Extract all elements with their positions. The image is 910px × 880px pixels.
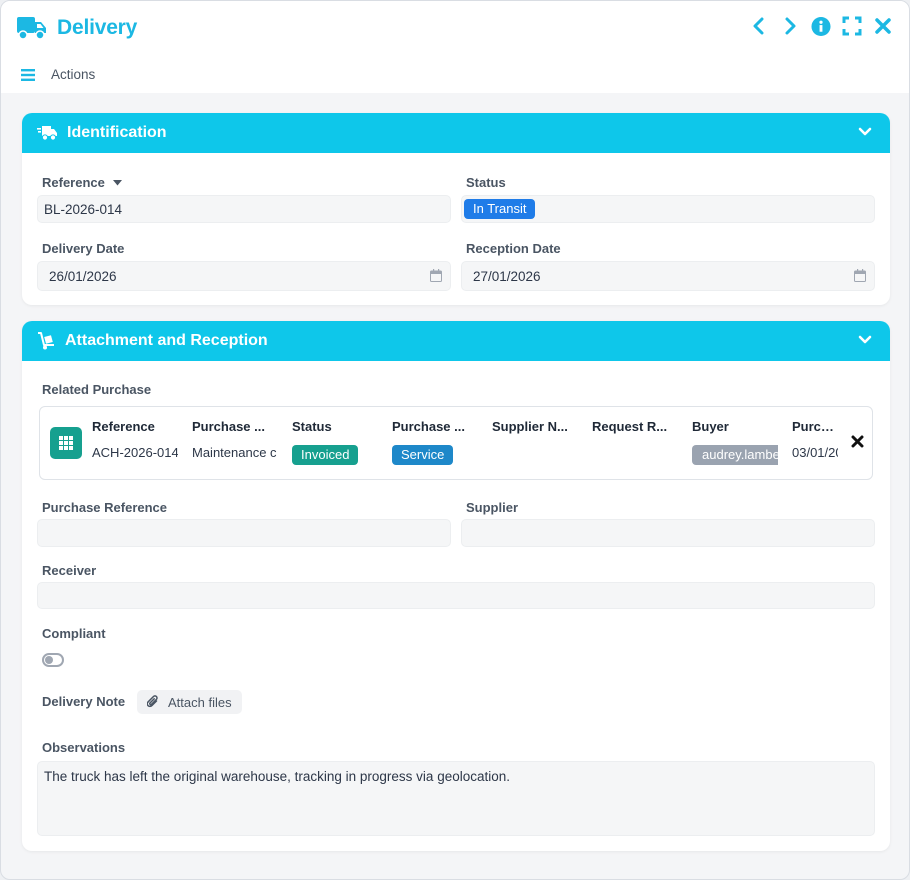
grid-icon [59,436,73,450]
shipping-truck-icon [37,126,57,141]
purchase-reference-label: Purchase Reference [42,500,168,515]
window-header: Delivery Actions [1,1,909,93]
column-header: Reference [92,419,155,434]
delivery-date-value: 26/01/2026 [49,268,117,284]
title-row: Delivery [17,13,137,43]
actions-label: Actions [51,67,96,82]
supplier-input[interactable] [461,519,875,547]
column-value: Maintenance c [192,445,277,460]
truck-icon [17,17,46,40]
column-status: Status Invoiced [292,419,378,465]
column-supplier-name: Supplier N... [492,419,578,465]
reception-date-input[interactable]: 27/01/2026 [461,261,875,291]
open-record-button[interactable] [50,427,82,459]
status-label: Status [466,175,506,190]
column-value-wrap: Service [392,445,478,465]
attachment-header[interactable]: Attachment and Reception [22,321,890,361]
close-icon [875,18,891,34]
column-value: ACH-2026-014 [92,445,178,460]
chevron-left-icon [753,17,764,35]
hand-truck-icon [38,332,54,350]
remove-relation-button[interactable] [851,435,864,453]
buyer-badge: audrey.lambert [692,445,778,465]
compliant-label: Compliant [42,626,106,641]
observations-value: The truck has left the original warehous… [44,769,511,784]
column-header: Request R... [592,419,668,434]
column-purchase-name: Purchase ... Maintenance c [192,419,278,465]
delivery-window: Delivery Actions Identification Referenc… [0,0,910,880]
identification-title: Identification [67,124,167,141]
compliant-toggle[interactable] [42,653,64,667]
service-badge: Service [392,445,454,465]
caret-down-icon [112,179,122,185]
column-buyer: Buyer audrey.lambert [692,419,778,465]
reference-value: BL-2026-014 [44,201,123,217]
identification-header[interactable]: Identification [22,113,890,153]
calendar-icon [854,269,866,282]
delivery-note-label: Delivery Note [42,694,126,709]
column-header: Buyer [692,419,729,434]
column-request-reference: Request R... [592,419,678,465]
close-button[interactable] [873,15,893,37]
status-badge: In Transit [464,199,536,219]
reference-label: Reference [42,175,105,190]
column-header: Purchase ... [192,419,265,434]
toggle-knob [45,656,53,664]
attachment-section: Attachment and Reception Related Purchas… [22,321,890,851]
receiver-input[interactable] [37,582,875,609]
calendar-icon [430,269,442,282]
next-button[interactable] [780,15,800,37]
expand-icon [842,16,862,36]
column-value-wrap: audrey.lambert [692,445,778,465]
column-value [492,445,578,465]
attach-files-label: Attach files [168,694,232,710]
reception-date-label: Reception Date [466,241,561,256]
column-value-wrap: Invoiced [292,445,378,465]
close-icon [851,435,864,448]
observations-label: Observations [42,740,126,755]
column-header: Status [292,419,332,434]
reference-label-wrap[interactable]: Reference [42,175,122,190]
chevron-down-icon [858,335,872,344]
receiver-label: Receiver [42,563,97,578]
invoiced-badge: Invoiced [292,445,359,465]
info-icon [811,16,831,36]
status-field[interactable]: In Transit [461,195,875,223]
column-purchase-type: Purchase ... Service [392,419,478,465]
expand-button[interactable] [842,15,862,37]
previous-button[interactable] [749,15,769,37]
supplier-label: Supplier [466,500,519,515]
paperclip-icon [147,695,158,708]
info-button[interactable] [811,15,831,37]
chevron-right-icon [785,17,796,35]
observations-textarea[interactable]: The truck has left the original warehous… [37,761,875,836]
attach-files-button[interactable]: Attach files [137,690,242,714]
window-controls [749,15,893,37]
related-purchase-label: Related Purchase [42,382,152,397]
attachment-title: Attachment and Reception [65,332,268,349]
column-header: Purchase ... [392,419,465,434]
chevron-down-icon [858,127,872,136]
hamburger-icon [21,68,35,81]
column-value [592,445,678,465]
column-reference: Reference ACH-2026-014 [92,419,178,465]
related-purchase-card[interactable]: Reference ACH-2026-014 Purchase ... Main… [39,406,873,480]
reception-date-value: 27/01/2026 [473,268,541,284]
reference-input[interactable]: BL-2026-014 [37,195,451,223]
window-title: Delivery [57,16,138,39]
delivery-date-input[interactable]: 26/01/2026 [37,261,451,291]
column-header: Purchase [792,419,838,434]
delivery-date-label: Delivery Date [42,241,125,256]
column-purchase-date: Purchase 03/01/2026 [792,419,838,465]
purchase-reference-input[interactable] [37,519,451,547]
actions-menu[interactable]: Actions [21,67,95,82]
identification-section: Identification Reference BL-2026-014 Sta… [22,113,890,305]
column-header: Supplier N... [492,419,568,434]
column-value: 03/01/2026 [792,445,838,460]
